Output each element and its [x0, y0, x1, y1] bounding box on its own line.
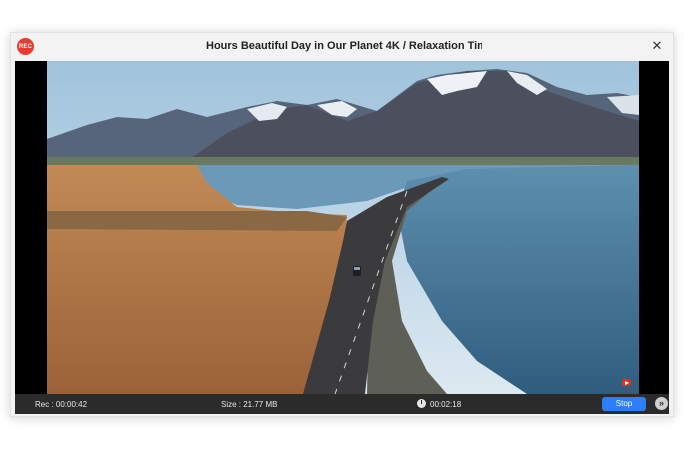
close-button[interactable]: ✕: [649, 38, 665, 54]
video-preview: [15, 61, 669, 394]
landscape-image: [47, 61, 639, 394]
double-chevron-right-icon: »: [658, 398, 664, 408]
title-bar[interactable]: REC Hours Beautiful Day in Our Planet 4K…: [11, 33, 673, 61]
expand-button[interactable]: »: [655, 397, 668, 410]
window-title: Hours Beautiful Day in Our Planet 4K / R…: [206, 40, 482, 52]
rec-time: Rec : 00:00:42: [35, 400, 88, 409]
elapsed-time: 00:02:18: [430, 400, 462, 409]
timer-icon: [417, 399, 426, 408]
rec-logo: REC: [17, 38, 34, 55]
file-size: Size : 21.77 MB: [221, 400, 278, 409]
video-frame: [47, 61, 639, 394]
stop-button[interactable]: Stop: [602, 397, 646, 411]
recorder-window: REC Hours Beautiful Day in Our Planet 4K…: [10, 32, 674, 417]
youtube-icon: [622, 379, 631, 386]
status-bar: Rec : 00:00:42 Size : 21.77 MB 00:02:18 …: [15, 394, 669, 414]
close-icon: ✕: [651, 38, 663, 53]
